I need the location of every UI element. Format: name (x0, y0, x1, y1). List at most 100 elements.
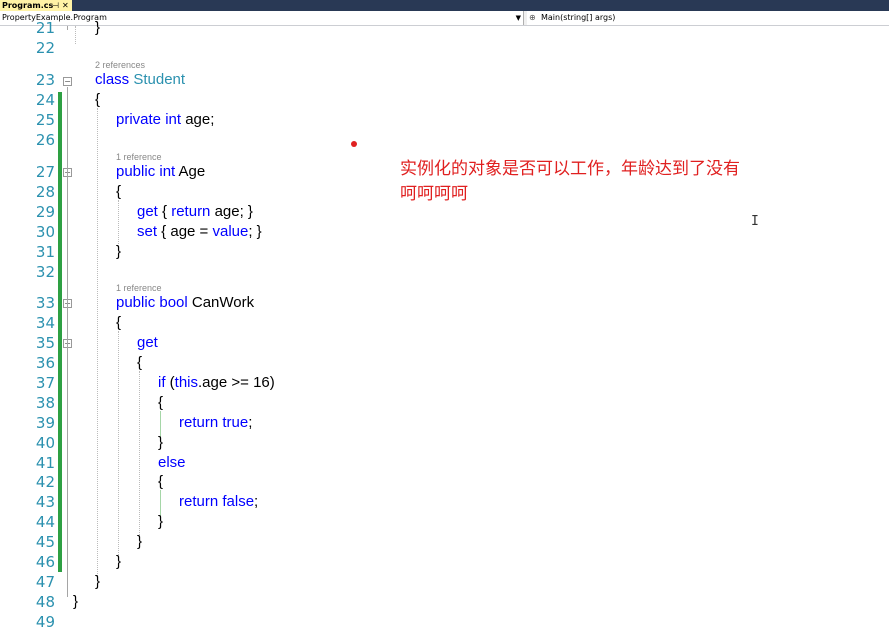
codelens-references[interactable]: 2 references (95, 60, 145, 70)
line-number: 35 (35, 334, 55, 352)
code-line-31: } (116, 243, 122, 260)
code-text: ; (248, 414, 253, 431)
code-text: ( (165, 374, 175, 391)
collapse-icon[interactable]: − (63, 77, 72, 86)
code-text: ; } (248, 223, 262, 240)
type-name: Student (133, 71, 186, 88)
code-line-21: } (95, 19, 101, 36)
keyword: public bool (116, 294, 188, 311)
code-line-38: { (158, 394, 164, 411)
code-line-24: { (95, 91, 101, 108)
line-number: 42 (35, 473, 55, 491)
chevron-down-icon[interactable]: ▼ (516, 11, 521, 25)
keyword: public int (116, 163, 176, 180)
keyword: return (171, 203, 211, 220)
line-number: 21 (35, 19, 55, 37)
annotation-line-2: 呵呵呵呵 (400, 184, 468, 204)
line-number: 27 (35, 163, 55, 181)
code-line-34: { (116, 314, 122, 331)
code-line-33: public bool CanWork (116, 294, 254, 311)
code-text: CanWork (187, 294, 255, 311)
code-text: ; (254, 493, 259, 510)
indent-guide (139, 371, 140, 535)
keyword: set (137, 223, 158, 240)
code-line-40: } (158, 434, 164, 451)
keyword: class (95, 71, 130, 88)
keyword: value (212, 223, 249, 240)
line-number: 22 (35, 39, 55, 57)
pin-icon[interactable]: ⊣ (52, 0, 59, 11)
keyword: return true (179, 414, 249, 431)
code-text: age; } (210, 203, 253, 220)
keyword: return false (179, 493, 255, 510)
code-line-36: { (137, 354, 143, 371)
code-line-47: } (95, 573, 101, 590)
code-text: { (157, 203, 172, 220)
code-text: .age >= 16) (198, 374, 275, 391)
line-number: 30 (35, 223, 55, 241)
member-name: Main(string[] args) (541, 13, 616, 22)
text-cursor-icon: I (751, 214, 759, 229)
line-number: 28 (35, 183, 55, 201)
line-number: 25 (35, 111, 55, 129)
line-number: 49 (35, 613, 55, 631)
change-tracking-bar (58, 92, 62, 572)
code-line-37: if (this.age >= 16) (158, 374, 275, 391)
line-number: 37 (35, 374, 55, 392)
line-number: 36 (35, 354, 55, 372)
code-line-48: } (73, 593, 79, 610)
line-number: 26 (35, 131, 55, 149)
line-number: 32 (35, 263, 55, 281)
keyword: private int (116, 111, 182, 128)
code-line-23: class Student (95, 71, 185, 88)
keyword: this (174, 374, 199, 391)
indent-guide (97, 108, 98, 576)
code-line-42: { (158, 473, 164, 490)
code-line-29: get { return age; } (137, 203, 253, 220)
code-line-35: get (137, 334, 158, 351)
line-number: 44 (35, 513, 55, 531)
indent-guide (118, 200, 119, 244)
code-line-27: public int Age (116, 163, 205, 180)
class-dropdown[interactable]: PropertyExample.Program ▼ (0, 11, 524, 25)
line-number: 40 (35, 434, 55, 452)
line-number: 34 (35, 314, 55, 332)
keyword: get (137, 203, 158, 220)
indent-guide (75, 26, 76, 44)
code-text: Age (175, 163, 206, 180)
code-line-39: return true; (179, 414, 252, 431)
outline-line (67, 26, 68, 30)
line-number: 45 (35, 533, 55, 551)
line-number: 23 (35, 71, 55, 89)
code-line-45: } (137, 533, 143, 550)
indent-guide (118, 331, 119, 555)
method-icon: ⊕ (529, 13, 536, 22)
code-line-43: return false; (179, 493, 258, 510)
codelens-references[interactable]: 1 reference (116, 152, 162, 162)
codelens-references[interactable]: 1 reference (116, 283, 162, 293)
code-text: { age = (157, 223, 213, 240)
line-number: 43 (35, 493, 55, 511)
line-number: 47 (35, 573, 55, 591)
code-line-41: else (158, 454, 186, 471)
line-number: 31 (35, 243, 55, 261)
line-number: 41 (35, 454, 55, 472)
code-line-46: } (116, 553, 122, 570)
code-line-30: set { age = value; } (137, 223, 262, 240)
code-text: age; (181, 111, 215, 128)
code-line-25: private int age; (116, 111, 214, 128)
outline-line (67, 309, 68, 575)
outline-line (67, 178, 68, 256)
member-dropdown[interactable]: ⊕ Main(string[] args) (527, 11, 889, 25)
red-dot-marker (351, 141, 357, 147)
code-line-28: { (116, 183, 122, 200)
tab-title: Program.cs (2, 1, 54, 10)
line-number: 24 (35, 91, 55, 109)
tab-program-cs[interactable]: Program.cs ⊣ ✕ (0, 0, 72, 11)
line-number: 38 (35, 394, 55, 412)
code-editor[interactable]: 21 22 23 24 25 26 27 28 29 30 31 32 33 3… (0, 19, 889, 633)
navigation-bar: PropertyExample.Program ▼ ⊕ Main(string[… (0, 11, 889, 26)
close-icon[interactable]: ✕ (62, 0, 69, 11)
keyword: if (158, 374, 166, 391)
line-number: 48 (35, 593, 55, 611)
